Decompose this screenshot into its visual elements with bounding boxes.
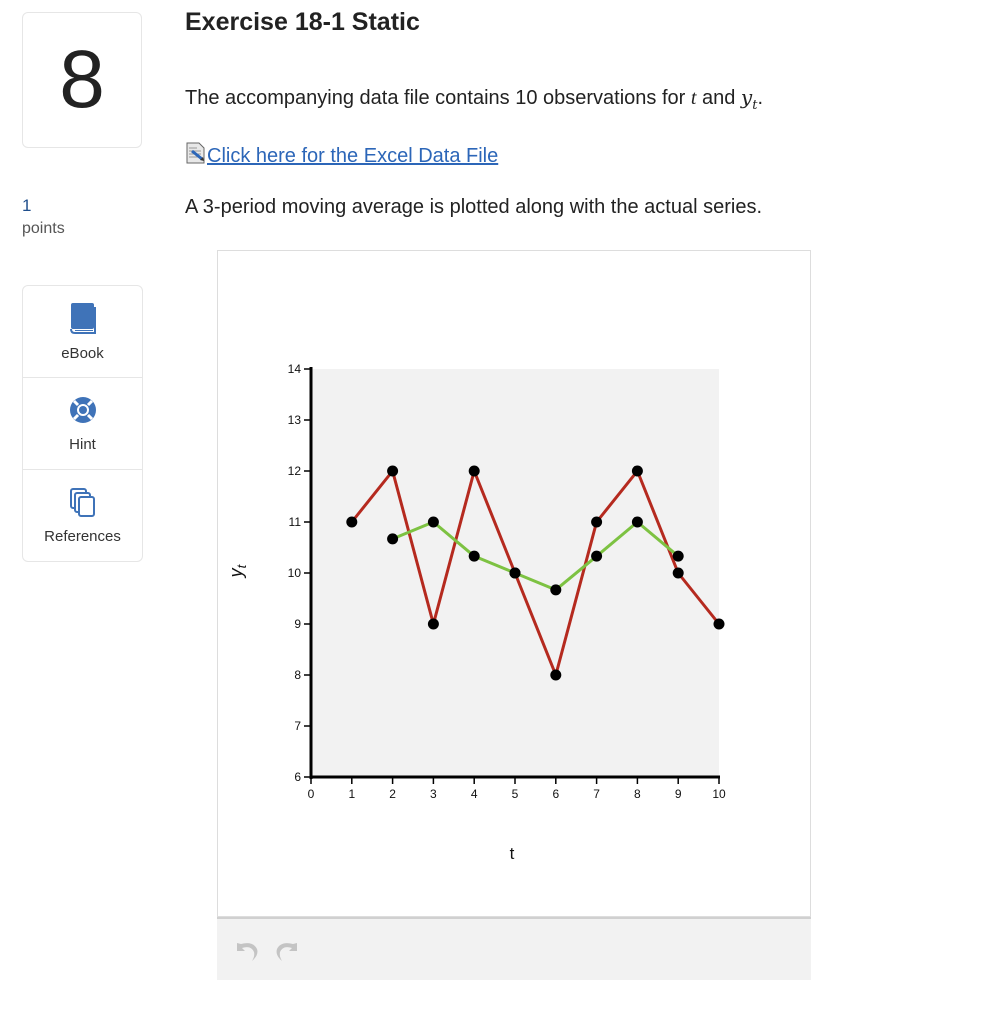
x-tick-label: 3 bbox=[430, 787, 437, 801]
x-tick-label: 10 bbox=[712, 787, 726, 801]
excel-data-link[interactable]: Click here for the Excel Data File bbox=[185, 142, 498, 170]
redo-icon bbox=[273, 943, 299, 967]
x-tick-label: 0 bbox=[308, 787, 315, 801]
intro-and: and bbox=[696, 87, 741, 109]
graph-toolbar bbox=[217, 917, 811, 980]
moving-average-series-point bbox=[672, 550, 684, 562]
moving-average-series-point bbox=[509, 567, 521, 579]
ebook-button[interactable]: eBook bbox=[23, 286, 142, 378]
copy-documents-icon bbox=[69, 487, 97, 522]
y-tick-label: 12 bbox=[288, 464, 302, 478]
undo-icon bbox=[235, 943, 261, 967]
actual-series-point bbox=[550, 669, 562, 681]
book-icon bbox=[69, 302, 96, 339]
x-axis-label: t bbox=[510, 844, 515, 863]
x-tick-label: 6 bbox=[552, 787, 559, 801]
moving-average-series-point bbox=[427, 516, 439, 528]
y-tick-label: 11 bbox=[289, 515, 302, 529]
redo-button[interactable] bbox=[273, 939, 299, 963]
ebook-label: eBook bbox=[61, 344, 104, 362]
references-button[interactable]: References bbox=[23, 470, 142, 561]
x-tick-label: 8 bbox=[634, 787, 641, 801]
actual-series-point bbox=[427, 618, 439, 630]
y-tick-label: 6 bbox=[294, 770, 301, 784]
excel-data-link-label[interactable]: Click here for the Excel Data File bbox=[207, 145, 498, 168]
hint-button[interactable]: Hint bbox=[23, 378, 142, 470]
actual-series-point bbox=[672, 567, 684, 579]
x-tick-label: 5 bbox=[512, 787, 519, 801]
math-y: y bbox=[740, 85, 753, 109]
moving-average-chart: 678910111213140 1 2 3 4 5 6 7 8 9 10 t yt bbox=[226, 362, 726, 863]
hint-label: Hint bbox=[69, 435, 96, 453]
x-tick-label: 2 bbox=[389, 787, 396, 801]
y-axis-label: yt bbox=[226, 563, 249, 579]
moving-average-series-point bbox=[591, 550, 603, 562]
points-value: 1 bbox=[22, 196, 32, 215]
tools-panel: eBook Hint References bbox=[22, 285, 143, 562]
chart-container: 6 7 8 9 10 11 12 13 14 0 1 2 3 4 5 6 7 8 9 10 t yt bbox=[217, 250, 811, 917]
actual-series-point bbox=[468, 465, 480, 477]
intro-text: The accompanying data file contains 10 o… bbox=[185, 85, 763, 113]
x-tick-label: 4 bbox=[471, 787, 478, 801]
y-tick-label: 13 bbox=[288, 413, 302, 427]
y-tick-label: 14 bbox=[288, 362, 302, 376]
y-tick-label: 10 bbox=[288, 566, 302, 580]
description-text: A 3-period moving average is plotted alo… bbox=[185, 196, 763, 218]
moving-average-series-point bbox=[631, 516, 643, 528]
moving-average-series-point bbox=[387, 533, 399, 545]
actual-series-point bbox=[591, 516, 603, 528]
y-tick-label: 7 bbox=[294, 719, 301, 733]
actual-series-point bbox=[713, 618, 725, 630]
question-number: 8 bbox=[22, 12, 142, 148]
x-tick-label: 7 bbox=[593, 787, 600, 801]
exercise-title: Exercise 18-1 Static bbox=[185, 8, 420, 36]
moving-average-series-point bbox=[468, 550, 480, 562]
points-label: points bbox=[22, 220, 65, 237]
y-tick-label: 8 bbox=[294, 668, 301, 682]
intro-suffix: . bbox=[757, 87, 764, 109]
references-label: References bbox=[44, 527, 121, 545]
moving-average-series-point bbox=[550, 584, 562, 596]
lifebuoy-icon bbox=[68, 395, 98, 430]
excel-file-icon bbox=[185, 142, 207, 170]
x-tick-label: 1 bbox=[348, 787, 355, 801]
y-tick-label: 9 bbox=[294, 617, 301, 631]
undo-button[interactable] bbox=[235, 939, 261, 963]
actual-series-point bbox=[346, 516, 358, 528]
x-tick-label: 9 bbox=[675, 787, 682, 801]
actual-series-point bbox=[631, 465, 643, 477]
actual-series-point bbox=[387, 465, 399, 477]
intro-prefix: The accompanying data file contains 10 o… bbox=[185, 87, 691, 109]
